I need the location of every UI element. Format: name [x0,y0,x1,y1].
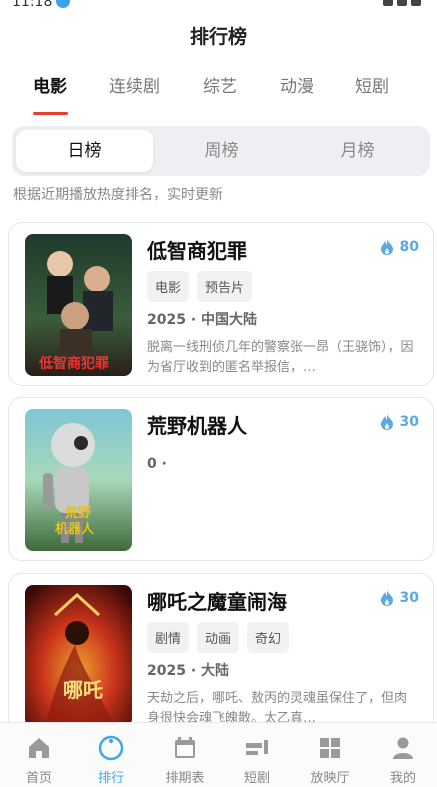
ranking-card[interactable]: 低智商犯罪 低智商犯罪 80 电影 预告片 2025 · 中国大陆 脱离一线刑侦… [8,222,434,386]
heat-score: 30 [380,414,419,430]
movie-meta: 2025 · 大陆 [147,663,230,679]
movie-description: 脱离一线刑侦几年的警察张一昂（王骁饰），因为省厅收到的匿名举报信，… [147,340,414,375]
heat-value: 30 [399,590,419,606]
period-segmented-control: 日榜 周榜 月榜 [12,126,430,176]
tabbar-label: 我的 [389,771,416,786]
tabbar-label: 排行 [97,771,124,786]
svg-text:低智商犯罪: 低智商犯罪 [38,355,109,372]
calendar-icon [175,737,195,758]
tabbar-cinema[interactable]: 放映厅 [299,723,361,787]
active-tab-indicator [33,112,68,115]
tag: 奇幻 [247,622,290,653]
movie-title: 荒野机器人 [147,414,247,438]
tabbar-profile[interactable]: 我的 [372,723,434,787]
ranking-icon [98,735,124,761]
flame-icon [380,414,393,430]
svg-text:机器人: 机器人 [55,521,95,537]
tab-series[interactable]: 连续剧 [109,72,160,97]
heat-score: 80 [380,239,419,255]
tabbar-short-drama[interactable]: 短剧 [226,723,288,787]
flame-icon [380,239,393,255]
tab-short-drama[interactable]: 短剧 [355,72,389,97]
movie-meta: 2025 · 中国大陆 [147,312,258,328]
battery-icon [411,0,421,6]
movie-meta: 0 · [147,456,167,472]
tabbar-label: 首页 [25,771,52,786]
tabbar-schedule[interactable]: 排期表 [154,723,216,787]
tabbar-label: 排期表 [165,771,205,786]
tabbar-home[interactable]: 首页 [8,723,70,787]
user-icon [393,737,413,759]
poster-image: 哪吒 [25,585,132,727]
tabbar-ranking[interactable]: 排行 [80,723,142,787]
status-time: 11:18 [12,0,53,10]
ranking-card[interactable]: 荒野 机器人 荒野机器人 30 0 · [8,397,434,561]
tabbar-label: 放映厅 [310,771,350,786]
category-tabs: 电影 连续剧 综艺 动漫 短剧 [0,72,437,118]
status-bar: 11:18 [0,0,437,12]
status-icons [383,0,421,6]
tab-monthly[interactable]: 月榜 [289,130,426,172]
poster-image: 荒野 机器人 [25,409,132,551]
wifi-icon [397,0,407,6]
heat-value: 80 [399,239,419,255]
heat-value: 30 [399,414,419,430]
movie-title: 低智商犯罪 [147,239,247,263]
poster-image: 低智商犯罪 [25,234,132,376]
svg-text:哪吒: 哪吒 [63,678,103,702]
grid-icon [320,738,340,758]
tag-list: 电影 预告片 [147,271,253,302]
tag: 电影 [147,271,190,302]
bottom-tab-bar: 首页 排行 排期表 短剧 放映厅 我的 [0,722,437,787]
ranking-description: 根据近期播放热度排名，实时更新 [13,187,223,203]
signal-icon [383,0,393,6]
tab-daily[interactable]: 日榜 [16,130,153,172]
tag: 动画 [197,622,240,653]
ranking-card[interactable]: 哪吒 哪吒之魔童闹海 30 剧情 动画 奇幻 2025 · 大陆 天劫之后，哪吒… [8,573,434,737]
tab-weekly[interactable]: 周榜 [153,130,290,172]
tab-movie[interactable]: 电影 [33,72,67,97]
tag: 剧情 [147,622,190,653]
short-drama-icon [246,740,268,755]
tab-anime[interactable]: 动漫 [280,72,314,97]
notification-dot-icon [56,0,70,8]
heat-score: 30 [380,590,419,606]
movie-title: 哪吒之魔童闹海 [147,590,287,614]
flame-icon [380,590,393,606]
tab-variety[interactable]: 综艺 [203,72,237,97]
tag: 预告片 [197,271,253,302]
page-title: 排行榜 [189,26,247,48]
svg-text:荒野: 荒野 [64,505,91,521]
home-icon [29,738,49,758]
tabbar-label: 短剧 [243,771,270,786]
tag-list: 剧情 动画 奇幻 [147,622,290,653]
